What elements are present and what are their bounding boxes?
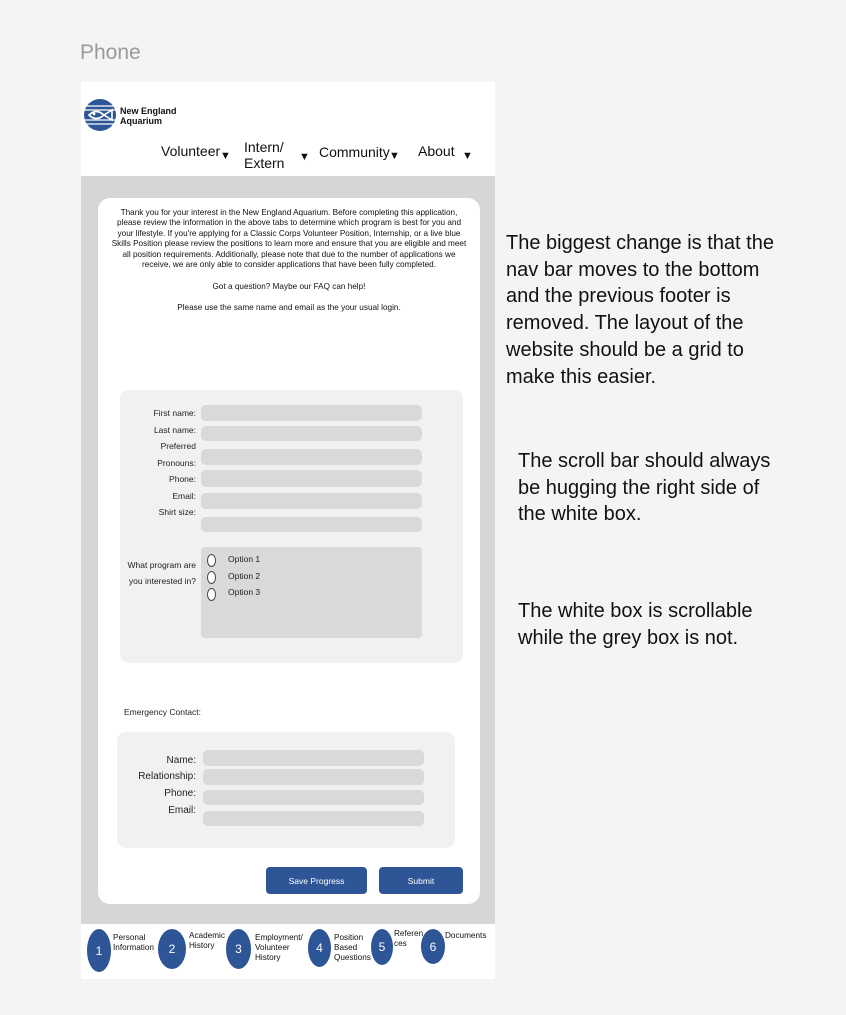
step-3-circle[interactable]: 3 [226,929,251,969]
phone-frame: New England Aquarium Volunteer ▼ Intern/… [81,82,495,979]
step-1-label[interactable]: Personal Information [113,933,154,953]
option-1-label: Option 1 [228,554,261,564]
option-3-radio[interactable] [207,588,216,601]
ec-email-label: Email: [168,805,196,816]
last-name-field[interactable] [201,426,422,441]
phone-field[interactable] [201,470,422,487]
preferred-label: Preferred [160,441,196,451]
faq-text: Got a question? Maybe our FAQ can help! [212,282,366,292]
first-name-label: First name: [153,408,196,418]
nav-extern-label: Extern [244,155,285,171]
nav-volunteer-label: Volunteer [161,143,221,159]
grey-content-area: Thank you for your interest in the New E… [81,176,495,924]
submit-button[interactable]: Submit [379,867,463,894]
design-note-nav: The biggest change is that the nav bar m… [506,232,774,388]
design-note-scrollable: The white box is scrollable while the gr… [518,600,753,649]
email-label: Email: [172,491,196,501]
step-6-label[interactable]: Documents [445,931,486,941]
save-progress-button[interactable]: Save Progress [266,867,367,894]
program-question-label: What program are you interested in? [128,557,197,589]
option-2-label: Option 2 [228,571,261,581]
design-note-scrollbar: The scroll bar should always be hugging … [518,450,771,526]
intro-paragraph: Thank you for your interest in the New E… [111,208,467,270]
ec-relationship-field[interactable] [203,769,424,785]
ec-relationship-label: Relationship: [138,771,196,782]
chevron-down-icon: ▼ [220,150,231,162]
nav-about[interactable]: About ▼ [418,143,473,162]
phone-label: Phone: [169,474,196,484]
chevron-down-icon: ▼ [462,150,473,162]
step-5-label[interactable]: Referen ces [394,929,423,949]
step-1-circle[interactable]: 1 [87,929,111,972]
nav-about-label: About [418,143,455,159]
nav-community-label: Community [319,144,390,160]
brand-line2: Aquarium [120,116,163,126]
program-question-line2: you interested in? [128,576,196,586]
shirt-size-field[interactable] [201,517,422,532]
ec-name-field[interactable] [203,750,424,766]
ec-name-label: Name: [166,755,196,766]
intro-text: Thank you for your interest in the New E… [110,208,468,323]
brand-line1: New England [120,106,177,116]
step-6-circle[interactable]: 6 [421,929,445,964]
brand-name: New England Aquarium [120,106,177,126]
frame-label: Phone [80,41,141,64]
chevron-down-icon: ▼ [389,150,400,162]
nav-community[interactable]: Community ▼ [319,144,400,162]
shirt-size-label: Shirt size: [158,507,196,517]
option-2-radio[interactable] [207,571,216,584]
nav-intern-extern[interactable]: Intern/ Extern ▼ [244,139,310,171]
option-1-radio[interactable] [207,554,216,567]
last-name-label: Last name: [153,425,196,435]
aquarium-logo-icon[interactable] [83,99,117,131]
login-note: Please use the same name and email as th… [177,302,401,312]
scrollable-form-box[interactable]: Thank you for your interest in the New E… [98,198,480,904]
step-4-label[interactable]: Position Based Questions [334,933,371,964]
ec-phone-label: Phone: [164,788,196,799]
nav-volunteer[interactable]: Volunteer ▼ [161,143,231,162]
step-2-circle[interactable]: 2 [158,929,186,969]
personal-info-panel: First name: Last name: Preferred Pronoun… [120,390,463,663]
ec-phone-field[interactable] [203,790,424,805]
program-question-line1: What program are [127,560,197,570]
step-5-circle[interactable]: 5 [371,929,393,965]
step-4-circle[interactable]: 4 [308,929,331,967]
chevron-down-icon: ▼ [299,151,310,163]
first-name-field[interactable] [201,405,422,421]
pronouns-label: Pronouns: [157,458,196,468]
pronouns-field[interactable] [201,449,422,465]
nav-intern-label: Intern/ [244,139,284,155]
emergency-contact-panel: Name: Relationship: Phone: Email: [117,732,455,848]
ec-email-field[interactable] [203,811,424,826]
email-field[interactable] [201,493,422,509]
option-3-label: Option 3 [228,587,261,597]
emergency-contact-title: Emergency Contact: [124,707,202,717]
step-3-label[interactable]: Employment/ Volunteer History [255,933,303,964]
step-2-label[interactable]: Academic History [189,931,225,951]
